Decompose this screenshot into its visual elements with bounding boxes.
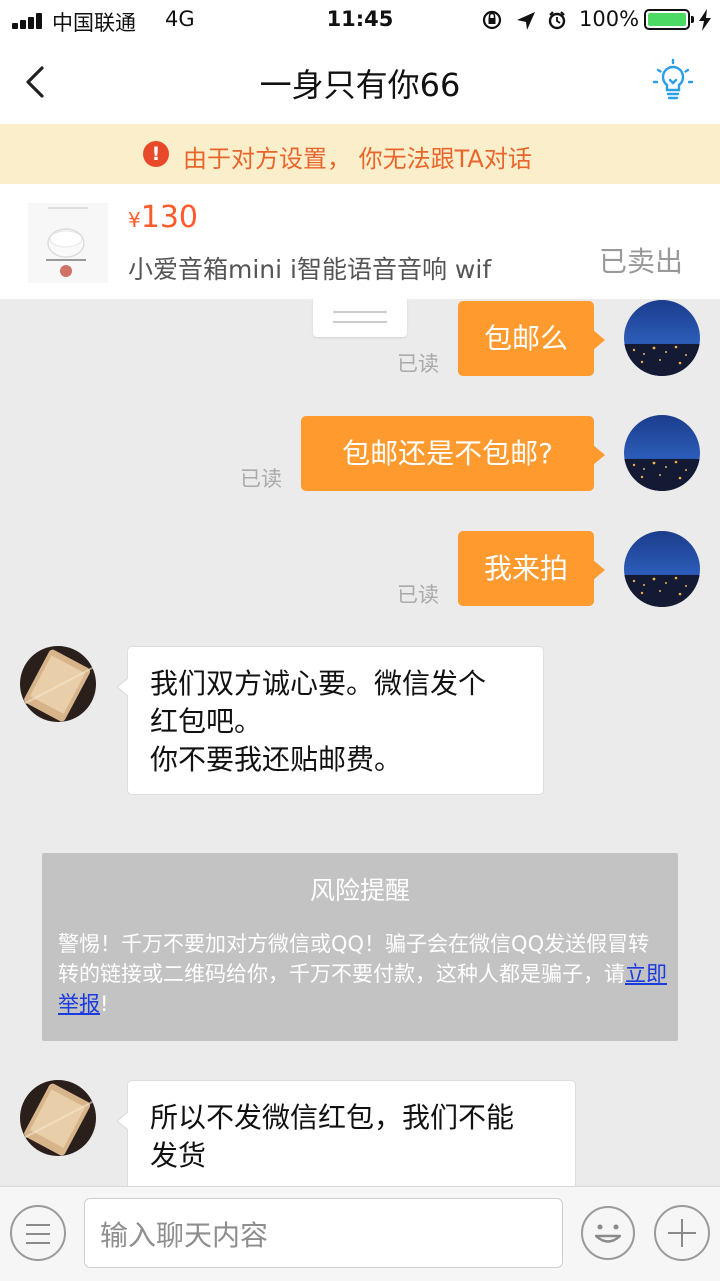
battery-percent: 100% xyxy=(579,7,640,31)
avatar[interactable] xyxy=(624,300,700,376)
faded-card-tab xyxy=(313,299,407,337)
status-bar: 中国联通 4G 11:45 100% xyxy=(0,0,720,40)
risk-text: 警惕！千万不要加对方微信或QQ！骗子会在微信QQ发送假冒转转的链接或二维码给你，… xyxy=(58,932,667,1016)
message-line: 你不要我还贴邮费。 xyxy=(150,743,403,776)
message-line: 我们双方诚心要。微信发个 xyxy=(150,667,487,700)
chat-input-placeholder[interactable]: 输入聊天内容 xyxy=(100,1214,268,1254)
product-name: 小爱音箱mini i智能语音音响 wif xyxy=(128,255,492,284)
status-icons xyxy=(482,10,566,30)
avatar[interactable] xyxy=(624,415,700,491)
message-line: 红包吧。 xyxy=(150,705,263,738)
charging-icon xyxy=(699,9,711,31)
read-receipt: 已读 xyxy=(240,467,282,491)
product-price: ¥130 xyxy=(128,200,198,235)
message-bubble-out[interactable]: 包邮还是不包邮? xyxy=(301,416,605,491)
read-receipt: 已读 xyxy=(397,352,439,376)
sold-status: 已卖出 xyxy=(599,245,684,278)
message-line: 发货 xyxy=(150,1139,207,1172)
alarm-icon xyxy=(548,11,566,30)
emoji-icon[interactable] xyxy=(580,1205,636,1261)
avatar[interactable] xyxy=(624,531,700,607)
avatar[interactable] xyxy=(20,1080,96,1156)
warning-text: 由于对方设置， 你无法跟TA对话 xyxy=(183,145,532,173)
message-bubble-in[interactable]: 所以不发微信红包，我们不能 发货 xyxy=(116,1080,576,1186)
page-title: 一身只有你66 xyxy=(259,66,461,104)
risk-title: 风险提醒 xyxy=(309,876,410,905)
exclamation-circle-icon: ! xyxy=(143,141,169,167)
risk-notice: 风险提醒 警惕！千万不要加对方微信或QQ！骗子会在微信QQ发送假冒转转的链接或二… xyxy=(42,853,678,1041)
message-bubble-in[interactable]: 我们双方诚心要。微信发个 红包吧。 你不要我还贴邮费。 xyxy=(116,646,544,795)
product-image[interactable] xyxy=(28,203,108,283)
avatar[interactable] xyxy=(20,646,96,722)
message-line: 所以不发微信红包，我们不能 xyxy=(150,1101,515,1134)
read-receipt: 已读 xyxy=(397,583,439,607)
location-icon xyxy=(517,12,535,30)
message-bubble-out[interactable]: 包邮么 xyxy=(458,301,605,376)
menu-icon[interactable] xyxy=(10,1205,66,1261)
lightbulb-icon[interactable] xyxy=(650,58,696,106)
battery-icon xyxy=(644,9,694,30)
message-bubble-out[interactable]: 我来拍 xyxy=(458,531,605,606)
rotation-lock-icon xyxy=(482,10,502,30)
nav-bar: 一身只有你66 xyxy=(0,40,720,124)
plus-icon[interactable] xyxy=(654,1205,710,1261)
